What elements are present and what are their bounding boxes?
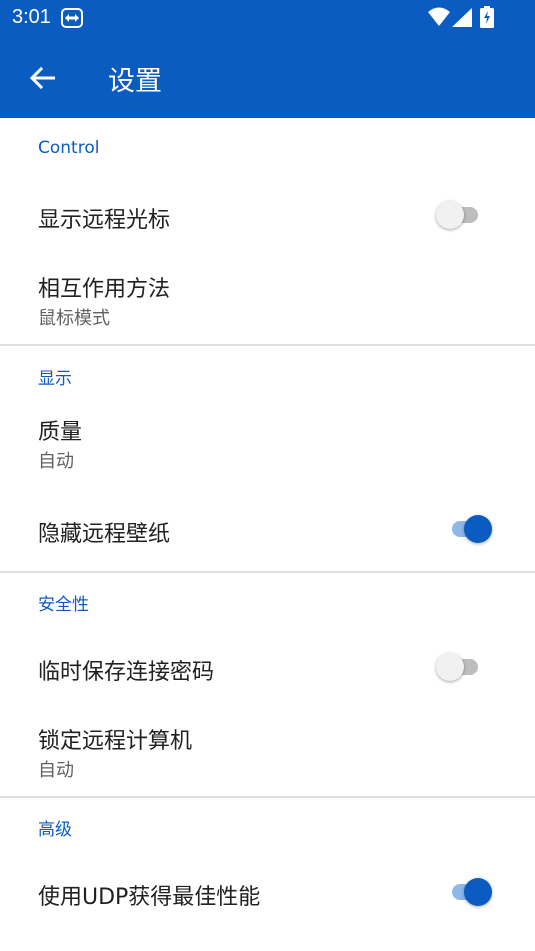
- setting-value: 自动: [38, 451, 74, 472]
- section-header-security: 安全性: [38, 595, 89, 615]
- setting-hide-remote-wallpaper[interactable]: 隐藏远程壁纸: [0, 494, 535, 564]
- signal-icon: [452, 8, 472, 27]
- setting-value: 鼠标模式: [38, 308, 110, 329]
- back-arrow-icon: [29, 66, 55, 90]
- temp-save-password-switch[interactable]: [436, 649, 484, 685]
- setting-use-udp[interactable]: 使用UDP获得最佳性能: [0, 857, 535, 927]
- setting-label: 质量: [38, 420, 83, 445]
- wifi-icon: [428, 7, 450, 26]
- use-udp-switch[interactable]: [446, 874, 494, 910]
- remote-control-app-icon: [61, 8, 83, 28]
- back-button[interactable]: [18, 54, 66, 102]
- section-divider: [0, 571, 535, 573]
- switch-thumb: [464, 878, 492, 906]
- setting-label: 使用UDP获得最佳性能: [38, 885, 261, 910]
- status-time: 3:01: [12, 6, 51, 28]
- battery-charging-icon: [480, 6, 494, 28]
- setting-value: 自动: [38, 760, 74, 781]
- section-header-advanced: 高级: [38, 820, 72, 840]
- setting-label: 临时保存连接密码: [38, 660, 215, 685]
- section-header-control: Control: [38, 138, 100, 158]
- setting-label: 隐藏远程壁纸: [38, 522, 171, 547]
- app-bar: 设置: [0, 38, 535, 118]
- status-bar: 3:01: [0, 0, 535, 38]
- setting-lock-remote-computer[interactable]: 锁定远程计算机 自动: [0, 707, 535, 792]
- switch-thumb: [436, 653, 464, 681]
- setting-label: 显示远程光标: [38, 208, 171, 233]
- switch-thumb: [436, 201, 464, 229]
- setting-temp-save-password[interactable]: 临时保存连接密码: [0, 632, 535, 702]
- page-title: 设置: [108, 66, 162, 97]
- switch-thumb: [464, 515, 492, 543]
- setting-show-remote-cursor[interactable]: 显示远程光标: [0, 180, 535, 250]
- section-divider: [0, 796, 535, 798]
- setting-label: 相互作用方法: [38, 277, 171, 302]
- setting-quality[interactable]: 质量 自动: [0, 398, 535, 483]
- setting-interaction-method[interactable]: 相互作用方法 鼠标模式: [0, 255, 535, 340]
- show-remote-cursor-switch[interactable]: [436, 197, 484, 233]
- section-divider: [0, 344, 535, 346]
- section-header-display: 显示: [38, 369, 72, 389]
- setting-label: 锁定远程计算机: [38, 729, 193, 754]
- hide-remote-wallpaper-switch[interactable]: [446, 511, 494, 547]
